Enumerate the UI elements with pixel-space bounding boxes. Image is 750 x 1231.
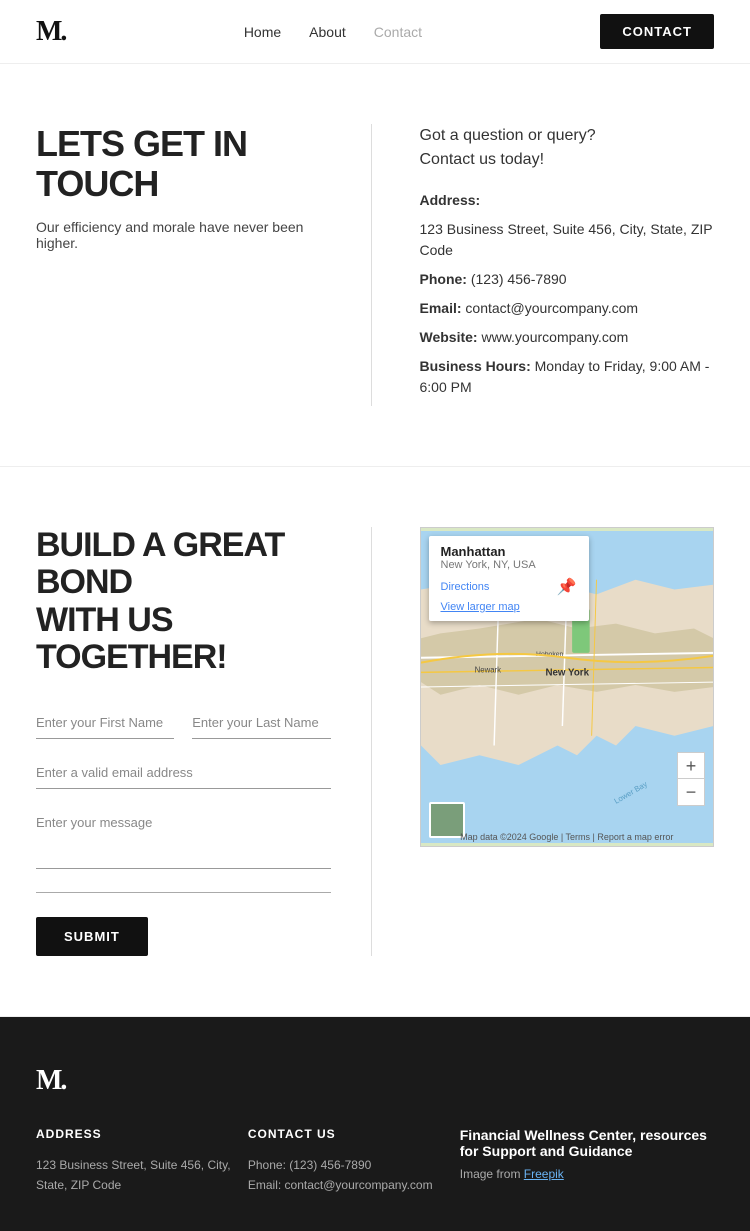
nav-about[interactable]: About xyxy=(309,24,346,40)
footer-image-from: Image from Freepik xyxy=(460,1167,714,1181)
footer-address-heading: ADDRESS xyxy=(36,1127,248,1141)
hero-title: LETS GET IN TOUCH xyxy=(36,124,331,203)
footer: M. ADDRESS 123 Business Street, Suite 45… xyxy=(0,1017,750,1231)
address-row: Address: xyxy=(420,190,715,211)
contact-info: Got a question or query? Contact us toda… xyxy=(372,124,715,406)
map-zoom-out[interactable]: − xyxy=(678,779,704,805)
svg-text:New York: New York xyxy=(545,667,589,678)
map-view-larger[interactable]: View larger map xyxy=(441,601,577,613)
map-zoom-in[interactable]: + xyxy=(678,753,704,779)
footer-address-col: ADDRESS 123 Business Street, Suite 456, … xyxy=(36,1127,248,1196)
footer-contact-heading: CONTACT US xyxy=(248,1127,460,1141)
footer-columns: ADDRESS 123 Business Street, Suite 456, … xyxy=(36,1127,714,1196)
nav-contact[interactable]: Contact xyxy=(374,24,422,40)
map-credit: Map data ©2024 Google | Terms | Report a… xyxy=(460,832,673,842)
map-zoom-controls[interactable]: + − xyxy=(677,752,705,806)
footer-address-value: 123 Business Street, Suite 456, City, St… xyxy=(36,1155,248,1196)
navigation: M. Home About Contact CONTACT xyxy=(0,0,750,64)
footer-wellness-title: Financial Wellness Center, resources for… xyxy=(460,1127,714,1159)
footer-wellness-col: Financial Wellness Center, resources for… xyxy=(460,1127,714,1196)
nav-contact-button[interactable]: CONTACT xyxy=(600,14,714,49)
contact-heading: Got a question or query? Contact us toda… xyxy=(420,124,715,172)
email-row xyxy=(36,757,331,789)
phone-row: Phone: (123) 456-7890 xyxy=(420,269,715,290)
footer-logo: M. xyxy=(36,1065,714,1097)
message-textarea[interactable] xyxy=(36,807,331,869)
email-input[interactable] xyxy=(36,757,331,789)
email-row: Email: contact@yourcompany.com xyxy=(420,298,715,319)
map-street-thumb xyxy=(429,802,465,838)
footer-email: Email: contact@yourcompany.com xyxy=(248,1175,460,1195)
submit-button[interactable]: SUBMIT xyxy=(36,917,148,956)
hero-left: LETS GET IN TOUCH Our efficiency and mor… xyxy=(36,124,372,406)
logo: M. xyxy=(36,16,65,48)
hero-subtitle: Our efficiency and morale have never bee… xyxy=(36,219,331,251)
nav-links: Home About Contact xyxy=(244,24,422,40)
footer-contact-col: CONTACT US Phone: (123) 456-7890 Email: … xyxy=(248,1127,460,1196)
footer-phone: Phone: (123) 456-7890 xyxy=(248,1155,460,1175)
freepik-link[interactable]: Freepik xyxy=(524,1167,564,1181)
form-left: BUILD A GREAT BOND WITH US TOGETHER! SUB… xyxy=(36,527,372,956)
map-place: Manhattan xyxy=(441,544,577,559)
form-section: BUILD A GREAT BOND WITH US TOGETHER! SUB… xyxy=(0,467,750,1017)
map-directions[interactable]: Directions xyxy=(441,581,490,593)
first-name-input[interactable] xyxy=(36,707,174,739)
last-name-input[interactable] xyxy=(192,707,330,739)
map-container[interactable]: New York Newark Hoboken Lower Bay Manhat… xyxy=(420,527,715,847)
bond-title: BUILD A GREAT BOND WITH US TOGETHER! xyxy=(36,527,331,677)
nav-home[interactable]: Home xyxy=(244,24,281,40)
map-right: New York Newark Hoboken Lower Bay Manhat… xyxy=(372,527,715,956)
hero-section: LETS GET IN TOUCH Our efficiency and mor… xyxy=(0,64,750,467)
map-sub: New York, NY, USA xyxy=(441,559,577,571)
svg-text:Newark: Newark xyxy=(474,665,501,674)
map-popup: Manhattan New York, NY, USA Directions 📌… xyxy=(429,536,589,621)
website-row: Website: www.yourcompany.com xyxy=(420,327,715,348)
name-row xyxy=(36,707,331,739)
address-value: 123 Business Street, Suite 456, City, St… xyxy=(420,219,715,261)
hours-row: Business Hours: Monday to Friday, 9:00 A… xyxy=(420,356,715,398)
